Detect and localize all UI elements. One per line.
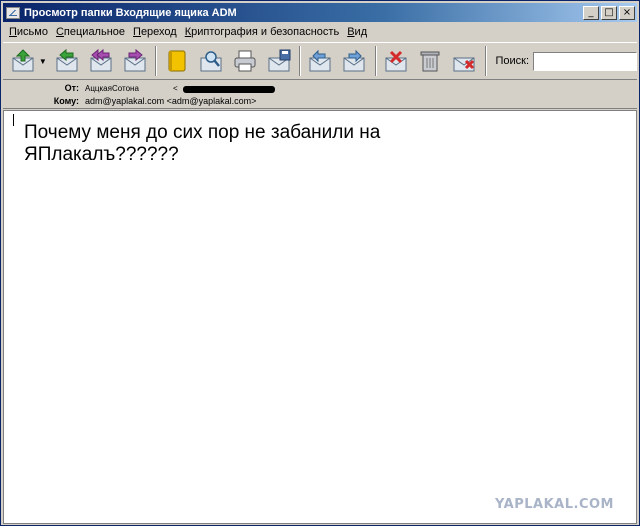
delete-button[interactable] bbox=[382, 46, 411, 76]
search-input[interactable] bbox=[533, 51, 638, 71]
address-book-button[interactable] bbox=[162, 46, 191, 76]
reply-icon bbox=[56, 48, 78, 72]
save-icon bbox=[268, 49, 291, 72]
menu-label: риптография и безопасность bbox=[191, 26, 340, 38]
delete-icon bbox=[385, 50, 407, 72]
toolbar-separator bbox=[484, 46, 487, 76]
toolbar: ▼ Поиск: bbox=[3, 42, 638, 80]
reply-all-button[interactable] bbox=[87, 46, 116, 76]
from-row: От: АццкаяСотона < bbox=[3, 83, 637, 96]
window-controls: _ □ × bbox=[583, 5, 635, 20]
menu-crypto-security[interactable]: Криптография и безопасность bbox=[185, 26, 339, 38]
find-button[interactable] bbox=[196, 46, 225, 76]
reply-all-icon bbox=[90, 48, 112, 72]
forward-button[interactable] bbox=[121, 46, 150, 76]
mail-window: Просмотр папки Входящие ящика ADM _ □ × … bbox=[0, 0, 640, 526]
menu-label: пециальное bbox=[63, 26, 126, 38]
next-message-icon bbox=[343, 49, 365, 72]
to-label: Кому: bbox=[53, 96, 79, 106]
title-bar[interactable]: Просмотр папки Входящие ящика ADM _ □ × bbox=[3, 3, 637, 22]
trash-button[interactable] bbox=[416, 46, 445, 76]
menu-go[interactable]: Переход bbox=[133, 26, 177, 38]
previous-message-button[interactable] bbox=[306, 46, 335, 76]
toolbar-separator bbox=[155, 46, 158, 76]
toolbar-separator bbox=[299, 46, 302, 76]
junk-icon bbox=[453, 57, 475, 72]
junk-button[interactable] bbox=[450, 46, 479, 76]
menu-bar: Письмо Специальное Переход Криптография … bbox=[3, 23, 637, 41]
minimize-button[interactable]: _ bbox=[583, 5, 599, 20]
trash-can-icon bbox=[420, 51, 440, 72]
to-value[interactable]: adm@yaplakal.com <adm@yaplakal.com> bbox=[85, 96, 256, 106]
mail-app-icon bbox=[6, 6, 20, 19]
from-label: От: bbox=[64, 83, 79, 93]
reply-button[interactable] bbox=[53, 46, 82, 76]
save-button[interactable] bbox=[264, 46, 293, 76]
menu-hotkey: П bbox=[9, 26, 17, 38]
message-body-pane[interactable]: Почему меня до сих пор не забанили на ЯП… bbox=[3, 110, 637, 524]
print-icon bbox=[234, 50, 256, 72]
address-book-icon bbox=[168, 50, 186, 72]
print-button[interactable] bbox=[230, 46, 259, 76]
search-label: Поиск: bbox=[495, 55, 530, 67]
redaction-mark bbox=[183, 86, 275, 93]
from-name[interactable]: АццкаяСотона bbox=[85, 84, 139, 93]
menu-label: ид bbox=[354, 26, 368, 38]
to-row: Кому: adm@yaplakal.com <adm@yaplakal.com… bbox=[3, 96, 637, 109]
next-message-button[interactable] bbox=[340, 46, 369, 76]
maximize-button[interactable]: □ bbox=[601, 5, 617, 20]
text-caret bbox=[13, 114, 14, 126]
menu-hotkey: С bbox=[55, 26, 64, 38]
message-header: От: АццкаяСотона < Кому: adm@yaplakal.co… bbox=[3, 81, 637, 109]
from-email-prefix: < bbox=[173, 84, 178, 93]
toolbar-separator bbox=[374, 46, 377, 76]
menu-hotkey: В bbox=[347, 26, 355, 38]
previous-message-icon bbox=[309, 49, 331, 72]
close-button[interactable]: × bbox=[619, 5, 635, 20]
menu-view[interactable]: Вид bbox=[347, 26, 367, 38]
menu-special[interactable]: Специальное bbox=[56, 26, 125, 38]
menu-letter[interactable]: Письмо bbox=[9, 26, 48, 38]
window-title: Просмотр папки Входящие ящика ADM bbox=[24, 6, 237, 19]
menu-label: ереход bbox=[140, 26, 177, 38]
chevron-down-icon[interactable]: ▼ bbox=[39, 57, 47, 66]
get-mail-button[interactable] bbox=[9, 46, 38, 76]
menu-label: исьмо bbox=[16, 26, 48, 38]
forward-icon bbox=[124, 48, 146, 72]
find-icon bbox=[200, 51, 222, 72]
menu-hotkey: П bbox=[133, 26, 141, 38]
get-mail-icon bbox=[12, 49, 34, 72]
message-body-text: Почему меня до сих пор не забанили на ЯП… bbox=[24, 122, 381, 165]
watermark-logo: YAPLAKAL.COM bbox=[495, 497, 614, 512]
